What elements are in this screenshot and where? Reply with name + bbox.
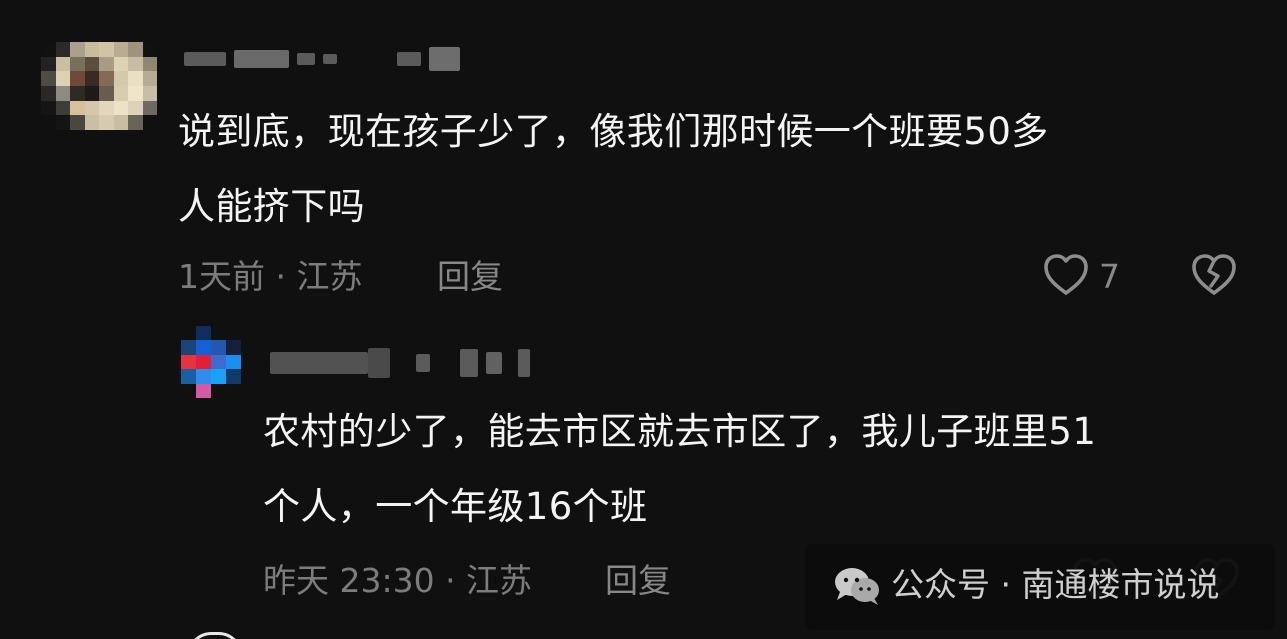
comment-thread: 说到底，现在孩子少了，像我们那时候一个班要50多 人能挤下吗 1天前 · 江苏 … <box>0 0 1287 639</box>
comment-line: 人能挤下吗 <box>178 185 365 228</box>
comment-line: 说到底，现在孩子少了，像我们那时候一个班要50多 <box>178 110 1049 153</box>
wechat-logo-icon <box>835 568 879 605</box>
watermark-text: 公众号 · 南通楼市说说 <box>891 565 1220 604</box>
reply-button[interactable]: 回复 <box>437 257 503 297</box>
next-comment-avatar-partial <box>188 632 242 639</box>
comment-timestamp-location: 1天前 · 江苏 <box>178 257 363 296</box>
comment-line: 个人，一个年级16个班 <box>263 485 648 528</box>
reply-username-blurred[interactable] <box>270 343 530 383</box>
reply-commenter-avatar[interactable] <box>181 326 241 398</box>
heart-outline-icon[interactable] <box>1042 252 1090 298</box>
commenter-username-blurred[interactable] <box>184 44 460 74</box>
commenter-avatar[interactable] <box>41 42 157 130</box>
reply-timestamp-location: 昨天 23:30 · 江苏 <box>263 561 533 600</box>
broken-heart-icon[interactable] <box>1190 252 1238 298</box>
comment-line: 农村的少了，能去市区就去市区了，我儿子班里51 <box>263 410 1097 453</box>
reply-button[interactable]: 回复 <box>605 561 671 601</box>
like-count: 7 <box>1099 257 1120 296</box>
